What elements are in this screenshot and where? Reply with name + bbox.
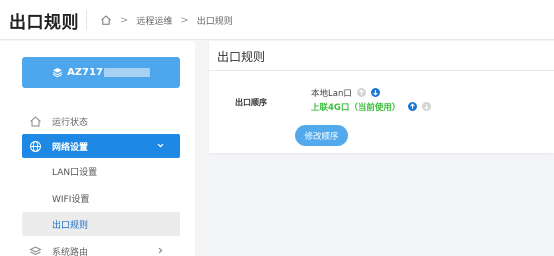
breadcrumb-separator: > xyxy=(180,14,189,26)
dashboard-icon xyxy=(29,115,42,128)
port-order-list: 本地Lan口 上联4G口（当前使用） xyxy=(311,86,432,113)
chevron-right-icon xyxy=(157,247,164,254)
device-id-redacted xyxy=(103,68,150,77)
top-bar: 出口规则 > 远程运维 > 出口规则 xyxy=(0,0,554,40)
port-item-4g: 上联4G口（当前使用） xyxy=(311,100,432,113)
breadcrumb-remote-ops[interactable]: 远程运维 xyxy=(136,14,172,27)
sidebar-item-label: 运行状态 xyxy=(52,117,89,128)
page-title: 出口规则 xyxy=(9,13,79,33)
router-icon xyxy=(29,245,42,256)
sidebar: AZ717 运行状态 网络设置 LAN口设置 WIFI设置 出口规则 系统路由 xyxy=(0,41,195,256)
sidebar-item-running-status[interactable]: 运行状态 xyxy=(22,109,180,133)
sidebar-subitem-egress-rules[interactable]: 出口规则 xyxy=(22,212,180,236)
arrow-up-icon[interactable] xyxy=(408,102,418,111)
globe-icon xyxy=(29,140,42,153)
arrow-down-icon[interactable] xyxy=(370,88,380,97)
sidebar-subitem-label: LAN口设置 xyxy=(52,167,98,178)
sidebar-item-network-settings[interactable]: 网络设置 xyxy=(22,134,180,158)
device-name: AZ717 xyxy=(67,67,103,78)
port-label: 上联4G口（当前使用） xyxy=(311,102,401,113)
sidebar-item-system-routing[interactable]: 系统路由 xyxy=(22,239,180,256)
home-icon[interactable] xyxy=(100,14,112,26)
chevron-down-icon xyxy=(157,142,164,149)
layers-icon xyxy=(52,67,63,78)
device-selector-button[interactable]: AZ717 xyxy=(22,57,180,88)
breadcrumb-egress-rules: 出口规则 xyxy=(196,16,233,27)
card-title: 出口规则 xyxy=(217,50,266,64)
egress-rules-card: 出口规则 出口顺序 本地Lan口 上联4G口（当前使用） 修改顺序 xyxy=(209,41,554,153)
modify-order-button[interactable]: 修改顺序 xyxy=(295,125,348,146)
port-item-lan: 本地Lan口 xyxy=(311,86,431,99)
card-divider xyxy=(209,70,554,71)
port-label: 本地Lan口 xyxy=(311,88,352,99)
breadcrumb-separator: > xyxy=(120,14,129,26)
arrow-down-icon xyxy=(422,102,432,111)
sidebar-subitem-label: 出口规则 xyxy=(52,220,89,231)
sidebar-subitem-label: WIFI设置 xyxy=(52,194,90,205)
sidebar-subitem-lan[interactable]: LAN口设置 xyxy=(22,159,180,183)
arrow-up-icon xyxy=(356,88,366,97)
header-divider xyxy=(86,10,87,30)
sidebar-subitem-wifi[interactable]: WIFI设置 xyxy=(22,186,180,210)
sidebar-item-label: 系统路由 xyxy=(52,247,89,256)
egress-order-label: 出口顺序 xyxy=(235,98,267,107)
sidebar-item-label: 网络设置 xyxy=(52,142,89,153)
breadcrumb: > 远程运维 > 出口规则 xyxy=(100,12,233,28)
